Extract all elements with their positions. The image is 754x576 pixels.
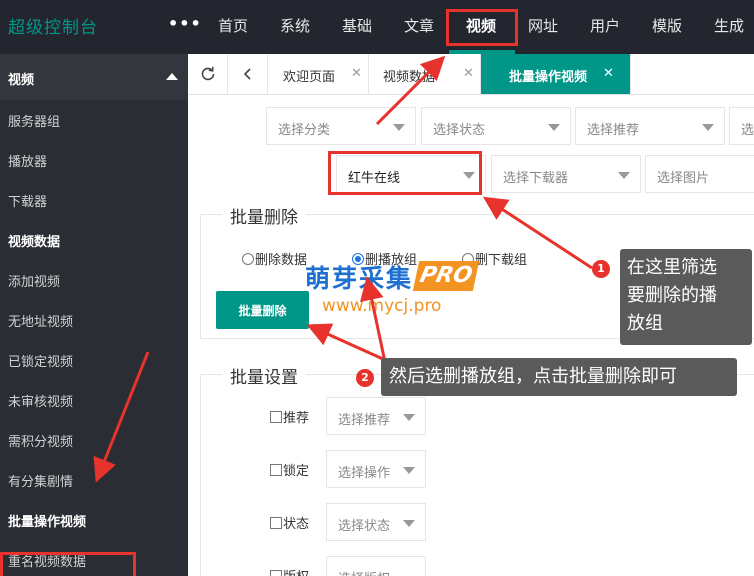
select-value: 选择分类 [278,123,331,138]
annotation-callout-2: 然后选删播放组，点击批量删除即可 [381,358,737,396]
nav-template[interactable]: 模版 [652,15,682,36]
downloader-select[interactable]: 选择下载器 [491,155,641,193]
select-value: 选择下载器 [503,171,569,186]
chevron-left-icon [243,68,251,80]
watermark-url: www.mycj.pro [322,296,442,316]
batch-settings-legend: 批量设置 [222,363,306,388]
refresh-icon [201,66,214,81]
highlight-box-nav-video [446,9,518,46]
checkbox-status[interactable]: 状态 [270,513,309,532]
select-value: 选 [741,123,754,138]
tab-label: 欢迎页面 [283,70,336,85]
radio-delete-data[interactable]: 删除数据 [242,249,307,268]
sidebar-section-video[interactable]: 视频 [0,54,188,100]
caret-down-icon [393,124,405,131]
nav-basic[interactable]: 基础 [342,15,372,36]
tab-label: 批量操作视频 [509,70,588,85]
nav-generate[interactable]: 生成 [714,15,744,36]
sidebar-item-server-group[interactable]: 服务器组 [8,111,60,130]
recommend-select[interactable]: 选择推荐 [575,107,725,145]
sidebar-item-locked-video[interactable]: 已锁定视频 [8,351,73,370]
checkbox-label: 锁定 [283,464,310,479]
caret-down-icon [403,467,415,474]
tab-bar: 欢迎页面 ✕ 视频数据 ✕ 批量操作视频 ✕ [188,54,754,95]
caret-down-icon [403,414,415,421]
batch-delete-legend: 批量删除 [222,203,306,228]
checkbox-box [270,516,282,529]
checkbox-label: 推荐 [283,411,310,426]
image-select[interactable]: 选择图片 [645,155,754,193]
setting-status-select[interactable]: 选择状态 [326,503,426,541]
sidebar-section-label: 视频 [8,73,35,88]
callout-line: 要删除的播 [627,285,717,306]
caret-down-icon [403,520,415,527]
caret-up-icon [166,73,178,80]
select-value: 选择推荐 [338,413,391,428]
close-icon[interactable]: ✕ [351,66,362,81]
radio-label: 删除数据 [255,253,308,268]
refresh-button[interactable] [188,54,228,94]
nav-home[interactable]: 首页 [218,15,248,36]
checkbox-box [270,410,282,423]
sidebar-item-no-url-video[interactable]: 无地址视频 [8,311,73,330]
sidebar-item-video-data[interactable]: 视频数据 [8,231,60,250]
extra-select[interactable]: 选 [729,107,754,145]
tab-back-button[interactable] [228,54,268,94]
select-value: 选择版权 [338,568,390,576]
close-icon[interactable]: ✕ [603,66,614,81]
category-select[interactable]: 选择分类 [266,107,416,145]
top-navbar: 超级控制台 ••• 首页 系统 基础 文章 视频 网址 用户 模版 生成 [0,0,754,54]
select-value: 选择操作 [338,466,391,481]
radio-label: 删下载组 [475,253,528,268]
caret-down-icon [702,124,714,131]
callout-line: 在这里筛选 [627,257,717,278]
sidebar-item-batch-video[interactable]: 批量操作视频 [8,511,86,530]
sidebar-item-add-video[interactable]: 添加视频 [8,271,60,290]
checkbox-label: 状态 [283,517,310,532]
radio-circle [242,252,254,265]
select-value: 选择推荐 [587,123,640,138]
sidebar-item-unreviewed-video[interactable]: 未审核视频 [8,391,73,410]
caret-down-icon [618,172,630,179]
sidebar-item-episode-plot[interactable]: 有分集剧情 [8,471,73,490]
select-value: 选择状态 [338,519,391,534]
select-value: 选择状态 [433,123,486,138]
app-brand[interactable]: 超级控制台 [8,13,98,38]
checkbox-box [270,569,282,576]
status-select[interactable]: 选择状态 [421,107,571,145]
nav-system[interactable]: 系统 [280,15,310,36]
highlight-box-sidebar [0,552,136,576]
setting-lock-select[interactable]: 选择操作 [326,450,426,488]
setting-recommend-select[interactable]: 选择推荐 [326,397,426,435]
annotation-badge-1: 1 [592,260,610,278]
close-icon[interactable]: ✕ [463,66,474,81]
caret-down-icon [548,124,560,131]
tab-welcome[interactable]: 欢迎页面 ✕ [269,54,369,94]
more-icon[interactable]: ••• [168,14,202,33]
annotation-callout-1: 在这里筛选 要删除的播 放组 [620,249,752,345]
checkbox-label: 版权 [283,566,309,576]
checkbox-lock[interactable]: 锁定 [270,460,309,479]
sidebar: 视频 服务器组 播放器 下载器 视频数据 添加视频 无地址视频 已锁定视频 未审… [0,54,188,576]
batch-delete-button[interactable]: 批量删除 [216,291,309,329]
sidebar-item-player[interactable]: 播放器 [8,151,47,170]
watermark-pro-badge: PRO [412,261,480,291]
highlight-box-player-select [328,151,482,195]
checkbox-recommend[interactable]: 推荐 [270,407,309,426]
nav-url[interactable]: 网址 [528,15,558,36]
callout-line: 放组 [627,313,663,334]
annotation-badge-2: 2 [356,369,374,387]
nav-article[interactable]: 文章 [404,15,434,36]
tab-video-data[interactable]: 视频数据 ✕ [369,54,481,94]
checkbox-copyright[interactable]: 版权 [270,566,309,576]
tab-batch-video[interactable]: 批量操作视频 ✕ [481,54,631,94]
sidebar-item-downloader[interactable]: 下载器 [8,191,47,210]
checkbox-box [270,463,282,476]
select-value: 选择图片 [657,171,710,186]
sidebar-item-points-video[interactable]: 需积分视频 [8,431,73,450]
nav-user[interactable]: 用户 [590,15,620,36]
watermark-text: 萌芽采集 [305,264,414,293]
tab-label: 视频数据 [383,70,436,85]
setting-copyright-select[interactable]: 选择版权 [326,556,426,576]
